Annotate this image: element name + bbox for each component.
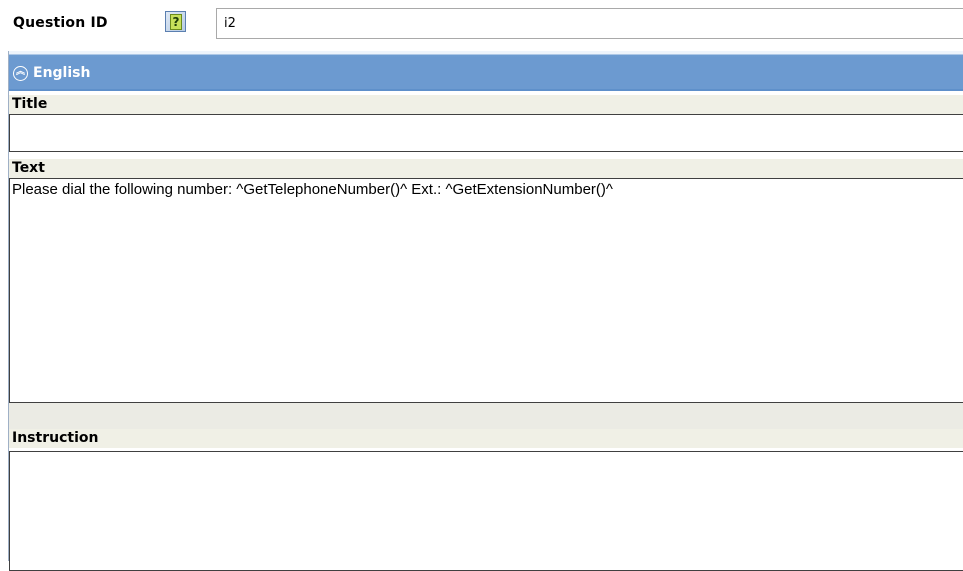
text-field-textarea[interactable]: Please dial the following number: ^GetTe… — [9, 178, 963, 403]
language-panel-english: ︽ English Title Text Please dial the fol… — [8, 51, 963, 571]
help-question-mark: ? — [170, 14, 182, 30]
language-panel-header[interactable]: ︽ English — [9, 51, 963, 91]
instruction-field-label: Instruction — [9, 429, 963, 448]
question-id-row: Question ID ? — [0, 0, 963, 44]
section-spacer — [9, 403, 963, 429]
text-field-label: Text — [9, 159, 963, 178]
help-question-icon[interactable]: ? — [165, 11, 186, 32]
collapse-up-icon[interactable]: ︽ — [13, 66, 28, 81]
question-id-label: Question ID — [13, 15, 108, 31]
title-field-label: Title — [9, 95, 963, 114]
title-field-input[interactable] — [9, 114, 963, 152]
language-panel-title: English — [33, 65, 91, 81]
language-panel-header-bar: ︽ English — [9, 57, 963, 89]
instruction-field-textarea[interactable] — [9, 451, 963, 571]
question-id-input[interactable] — [216, 8, 963, 39]
